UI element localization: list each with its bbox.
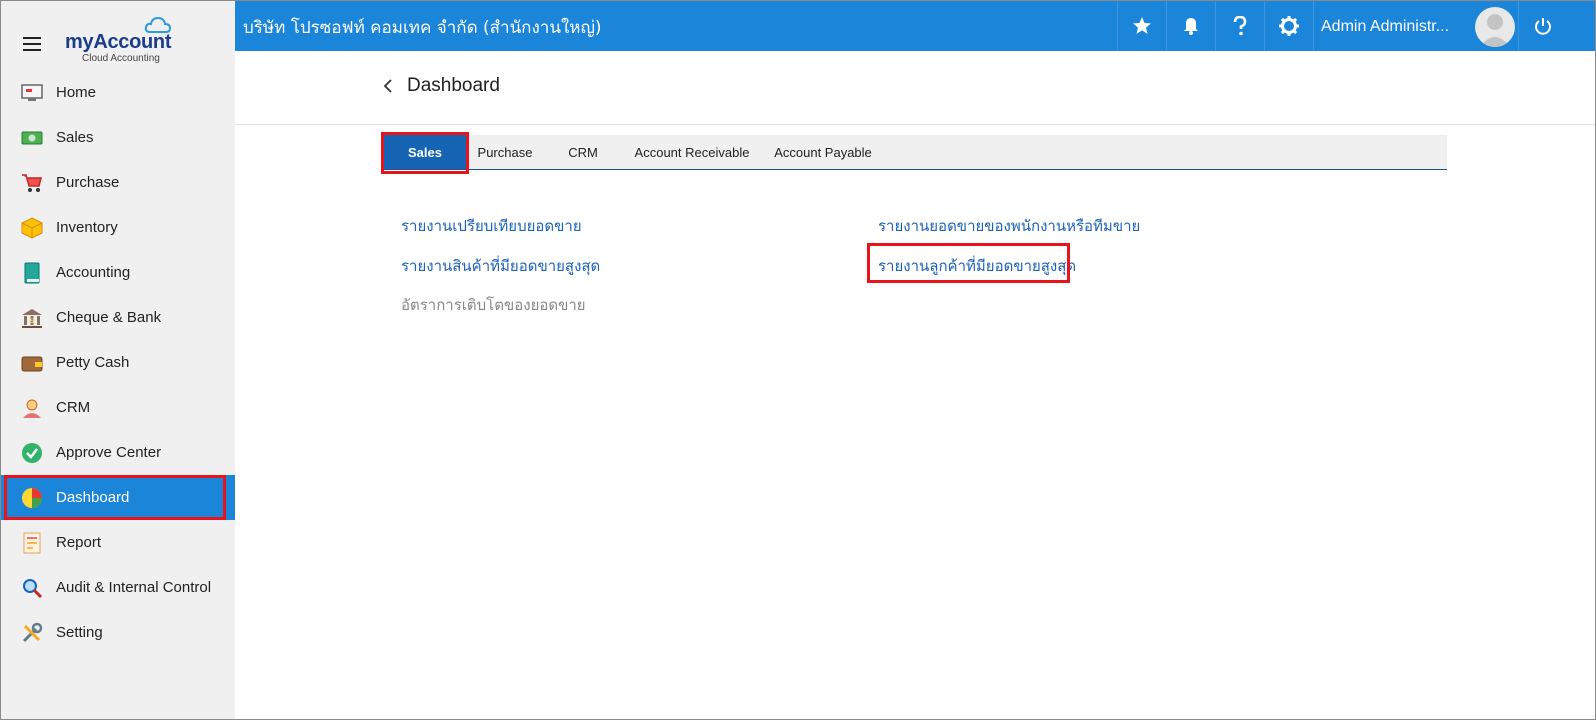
report-link-salesperson-sales[interactable]: รายงานยอดขายของพนักงานหรือทีมขาย: [878, 214, 1140, 238]
top-bar: บริษัท โปรซอฟท์ คอมเทค จำกัด (สำนักงานให…: [235, 1, 1595, 51]
tab-account-payable[interactable]: Account Payable: [762, 135, 884, 169]
sidebar-item-label: Dashboard: [56, 489, 130, 506]
sidebar-item-dashboard[interactable]: Dashboard: [1, 475, 235, 520]
ledger-book-icon: [20, 261, 44, 285]
hamburger-menu-icon[interactable]: [23, 37, 41, 51]
sales-tab-highlight: [381, 132, 469, 174]
app-window: myAccount Cloud Accounting Home Sales Pu…: [0, 0, 1596, 720]
logo[interactable]: myAccount Cloud Accounting: [65, 15, 185, 65]
back-chevron-icon[interactable]: [380, 76, 396, 96]
sidebar-item-label: Setting: [56, 624, 103, 641]
sidebar-item-petty-cash[interactable]: Petty Cash: [1, 340, 235, 385]
settings-button[interactable]: [1264, 1, 1313, 51]
user-avatar-icon: [1480, 14, 1510, 47]
avatar[interactable]: [1475, 7, 1515, 47]
cart-icon: [20, 171, 44, 195]
sidebar-item-label: Accounting: [56, 264, 131, 281]
page-header: Dashboard: [235, 51, 1595, 125]
sidebar-item-report[interactable]: Report: [1, 520, 235, 565]
sidebar-item-home[interactable]: Home: [1, 70, 235, 115]
tab-crm[interactable]: CRM: [544, 135, 622, 169]
top-customers-highlight: [867, 243, 1070, 283]
sidebar-item-purchase[interactable]: Purchase: [1, 160, 235, 205]
person-icon: [20, 396, 44, 420]
bell-icon: [1184, 18, 1198, 35]
report-link-sales-growth[interactable]: อัตราการเติบโตของยอดขาย: [401, 293, 586, 317]
report-link-top-products[interactable]: รายงานสินค้าที่มียอดขายสูงสุด: [401, 254, 600, 278]
gear-icon: [1279, 16, 1299, 36]
sidebar-item-label: Approve Center: [56, 444, 162, 461]
monitor-icon: [20, 81, 44, 105]
report-link-sales-comparison[interactable]: รายงานเปรียบเทียบยอดขาย: [401, 214, 582, 238]
pie-chart-icon: [20, 486, 44, 510]
sidebar-item-cheque-bank[interactable]: $ Cheque & Bank: [1, 295, 235, 340]
tab-account-receivable[interactable]: Account Receivable: [622, 135, 762, 169]
logo-wordmark: myAccount: [65, 31, 172, 53]
sidebar-item-label: Audit & Internal Control: [56, 579, 212, 596]
magnifier-icon: [20, 576, 44, 600]
notifications-button[interactable]: [1166, 1, 1215, 51]
sidebar-item-approve-center[interactable]: Approve Center: [1, 430, 235, 475]
page-title: Dashboard: [407, 75, 500, 96]
help-button[interactable]: [1215, 1, 1264, 51]
favorites-button[interactable]: [1117, 1, 1166, 51]
report-icon: [20, 531, 44, 555]
sidebar-item-sales[interactable]: Sales: [1, 115, 235, 160]
brand: myAccount Cloud Accounting: [1, 1, 235, 67]
box-icon: [20, 216, 44, 240]
sidebar-item-label: Cheque & Bank: [56, 309, 162, 326]
sidebar-item-accounting[interactable]: Accounting: [1, 250, 235, 295]
logout-button[interactable]: [1518, 1, 1567, 51]
help-icon: [1233, 16, 1247, 36]
dashboard-tabs: Sales Purchase CRM Account Receivable Ac…: [381, 135, 1447, 170]
check-circle-icon: [20, 441, 44, 465]
logo-tagline: Cloud Accounting: [82, 53, 160, 64]
sidebar-item-label: CRM: [56, 399, 91, 416]
sidebar-item-label: Petty Cash: [56, 354, 130, 371]
tab-purchase[interactable]: Purchase: [466, 135, 544, 169]
sidebar-item-inventory[interactable]: Inventory: [1, 205, 235, 250]
sidebar-item-label: Purchase: [56, 174, 120, 191]
sidebar-item-crm[interactable]: CRM: [1, 385, 235, 430]
wallet-icon: [20, 351, 44, 375]
company-name: บริษัท โปรซอฟท์ คอมเทค จำกัด (สำนักงานให…: [243, 18, 602, 38]
tools-icon: [20, 621, 44, 645]
sidebar-item-label: Home: [56, 84, 97, 101]
sidebar-menu: Home Sales Purchase Inventory Accounting…: [1, 70, 235, 655]
svg-text:$: $: [30, 317, 34, 325]
sidebar-item-audit[interactable]: Audit & Internal Control: [1, 565, 235, 610]
star-icon: [1133, 17, 1151, 34]
user-name[interactable]: Admin Administr...: [1321, 18, 1449, 36]
power-icon: [1535, 18, 1551, 35]
sidebar-item-setting[interactable]: Setting: [1, 610, 235, 655]
sidebar-item-label: Report: [56, 534, 102, 551]
sidebar-item-label: Inventory: [56, 219, 118, 236]
sidebar-item-label: Sales: [56, 129, 94, 146]
bank-icon: $: [20, 306, 44, 330]
sidebar: myAccount Cloud Accounting Home Sales Pu…: [1, 1, 235, 719]
cash-icon: [20, 126, 44, 150]
